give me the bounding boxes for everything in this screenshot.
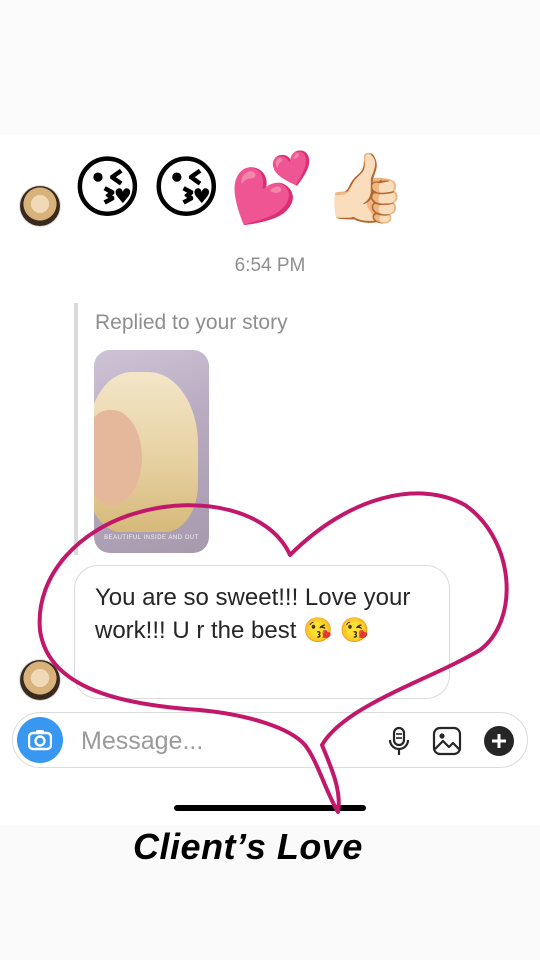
message-timestamp: 6:54 PM [234, 255, 306, 276]
plus-icon [484, 726, 514, 756]
microphone-button[interactable] [383, 725, 415, 757]
caption-title: Client’s Love [133, 826, 363, 867]
gallery-icon [432, 726, 462, 756]
kissing-face-emoji: 😘 [150, 149, 222, 228]
story-thumbnail[interactable]: BEAUTIFUL INSIDE AND OUT [94, 350, 209, 553]
camera-button[interactable] [17, 717, 63, 763]
gallery-button[interactable] [431, 725, 463, 757]
emoji-message[interactable]: 😘 😘 💕 👍🏻 [72, 148, 407, 230]
sender-avatar[interactable] [20, 660, 60, 700]
message-input[interactable] [79, 721, 313, 761]
story-caption: BEAUTIFUL INSIDE AND OUT [104, 535, 199, 541]
kissing-face-emoji: 😘 [72, 149, 143, 228]
camera-icon [28, 730, 52, 751]
two-hearts-emoji: 💕 [229, 149, 315, 228]
chat-thread: 😘 😘 💕 👍🏻 6:54 PM Replied to your story B… [0, 0, 540, 825]
thumbs-up-emoji: 👍🏻 [322, 149, 408, 228]
story-reply-label: Replied to your story [95, 311, 288, 334]
header-blank [0, 0, 540, 135]
microphone-icon [388, 726, 410, 755]
reply-quote-bar [74, 303, 78, 555]
message-composer [12, 712, 528, 768]
home-indicator [174, 805, 366, 811]
sender-avatar[interactable] [20, 186, 60, 226]
more-options-button[interactable] [483, 725, 515, 757]
message-bubble[interactable]: You are so sweet!!! Love your work!!! U … [74, 565, 450, 699]
